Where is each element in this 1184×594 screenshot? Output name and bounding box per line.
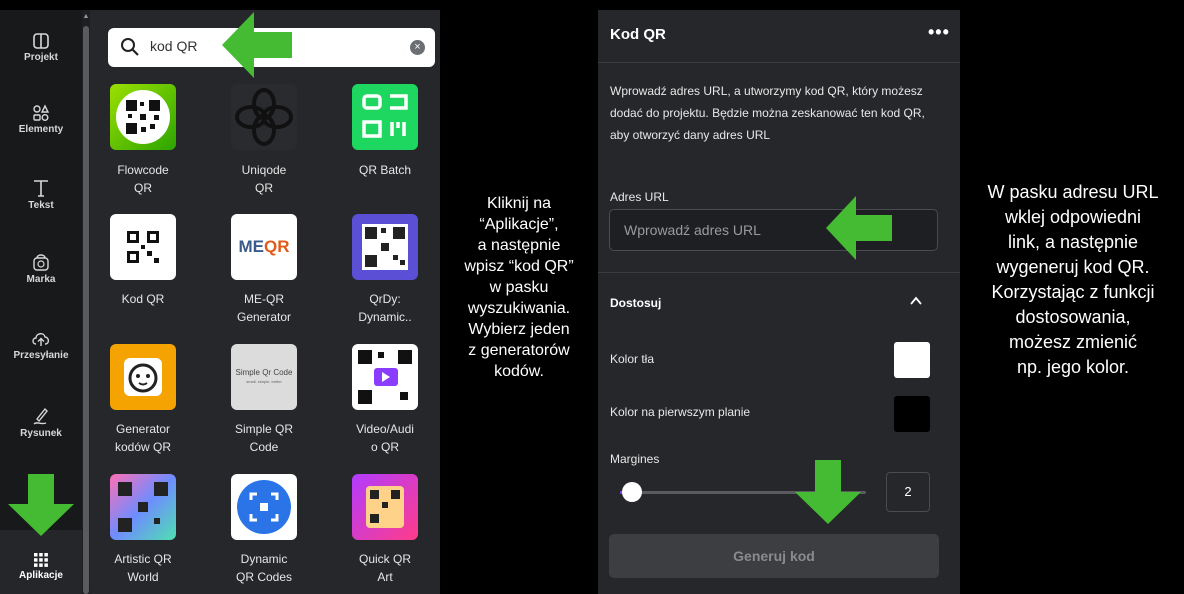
panel-title: Kod QR: [610, 26, 666, 43]
app-label: Flowcode QR: [117, 163, 169, 195]
sidebar-item-label: Aplikacje: [19, 570, 63, 581]
me-qr-logo: MEQR: [238, 237, 290, 256]
sidebar-item-elementy[interactable]: Elementy: [0, 104, 82, 135]
sidebar-item-marka[interactable]: Marka: [0, 252, 82, 285]
divider: [598, 62, 960, 63]
foreground-color-swatch[interactable]: [894, 396, 930, 432]
app-tile-uniqode-qr[interactable]: [231, 84, 297, 150]
sidebar-item-label: Przesyłanie: [13, 350, 69, 361]
app-label: Quick QR Art: [358, 552, 411, 584]
app-tile-me-qr[interactable]: MEQR: [231, 214, 297, 280]
background-color-label: Kolor tła: [610, 352, 655, 366]
tiger-qr-icon: [124, 358, 162, 396]
layout-icon: [33, 33, 49, 49]
sidebar-item-przesylanie[interactable]: Przesyłanie: [0, 330, 82, 361]
apps-grid-icon: [34, 553, 48, 567]
app-label: ME-QR Generator: [236, 292, 292, 324]
sidebar-item-label: Marka: [26, 274, 56, 285]
sidebar-item-rysunek[interactable]: Rysunek: [0, 406, 82, 439]
url-field-label: Adres URL: [610, 190, 669, 204]
margin-value-input[interactable]: 2: [886, 472, 930, 512]
app-tile-qrdy[interactable]: [352, 214, 418, 280]
green-arrow-left-icon: [826, 196, 892, 260]
qr-code-icon: [362, 224, 408, 270]
app-label: QrDy: Dynamic..: [358, 292, 412, 324]
video-qr-icon: [358, 350, 412, 404]
instruction-caption-left: Kliknij na “Aplikacje”, a następnie wpis…: [464, 195, 574, 380]
green-arrow-left-icon: [222, 12, 292, 78]
margin-label: Margines: [610, 452, 660, 466]
sidebar-item-label: Projekt: [24, 52, 58, 63]
sidebar-item-aplikacje[interactable]: Aplikacje: [0, 552, 82, 581]
qr-code-icon: [118, 482, 168, 532]
app-tile-quick-qr-art[interactable]: [352, 474, 418, 540]
green-arrow-down-icon: [795, 460, 861, 524]
app-label: Uniqode QR: [241, 163, 287, 195]
app-label: Dynamic QR Codes: [235, 552, 293, 584]
search-input[interactable]: kod QR: [150, 38, 197, 54]
app-tile-dynamic-qr-codes[interactable]: [231, 474, 297, 540]
sidebar-item-label: Tekst: [28, 200, 54, 211]
app-tile-generator-kodow-qr[interactable]: [110, 344, 176, 410]
qr-art-icon: [366, 486, 404, 528]
text-icon: [34, 180, 48, 197]
search-icon: [121, 38, 139, 56]
app-label: Generator kodów QR: [114, 422, 172, 454]
background-color-swatch[interactable]: [894, 342, 930, 378]
upload-cloud-icon: [32, 333, 50, 346]
qr-code-icon: [116, 90, 170, 144]
apps-scrollbar-thumb[interactable]: [83, 26, 89, 594]
app-tile-video-audio-qr[interactable]: [352, 344, 418, 410]
sidebar-item-tekst[interactable]: Tekst: [0, 178, 82, 211]
app-label: Artistic QR World: [114, 552, 172, 584]
generate-code-button[interactable]: Generuj kod: [609, 534, 939, 578]
app-tile-artistic-qr-world[interactable]: [110, 474, 176, 540]
app-tile-flowcode-qr[interactable]: [110, 84, 176, 150]
chevron-up-icon[interactable]: [909, 294, 923, 308]
sidebar-item-projekt[interactable]: Projekt: [0, 32, 82, 63]
instruction-caption-right: W pasku adresu URL wklej odpowiedni link…: [987, 182, 1159, 377]
sidebar-item-label: Elementy: [18, 124, 64, 135]
app-label: Video/Audi o QR: [356, 422, 414, 454]
draw-icon: [33, 407, 48, 425]
margin-slider-handle[interactable]: [622, 482, 642, 502]
sidebar-item-label: Rysunek: [20, 428, 62, 439]
green-arrow-down-icon: [8, 474, 74, 536]
app-tile-simple-qr-code[interactable]: Simple Qr Code small. simple. better: [231, 344, 297, 410]
app-tile-qr-batch[interactable]: [352, 84, 418, 150]
clear-search-icon[interactable]: ×: [410, 40, 425, 55]
dynamic-qr-icon: [237, 480, 291, 534]
scroll-up-arrow-icon[interactable]: ▲: [82, 10, 90, 24]
brand-icon: [33, 254, 49, 271]
elements-icon: [33, 104, 50, 121]
uniqode-logo-icon: [235, 88, 293, 146]
qr-code-icon: [127, 231, 159, 263]
foreground-color-label: Kolor na pierwszym planie: [610, 405, 751, 419]
app-label: QR Batch: [358, 163, 412, 177]
panel-description: Wprowadź adres URL, a utworzymy kod QR, …: [610, 84, 925, 142]
qr-batch-icon: [362, 94, 408, 138]
app-tile-kod-qr[interactable]: [110, 214, 176, 280]
divider: [598, 272, 960, 273]
app-label: Simple QR Code: [234, 422, 293, 454]
app-label: Kod QR: [121, 292, 165, 306]
more-options-icon[interactable]: •••: [928, 22, 950, 43]
customize-section-title[interactable]: Dostosuj: [610, 296, 661, 310]
